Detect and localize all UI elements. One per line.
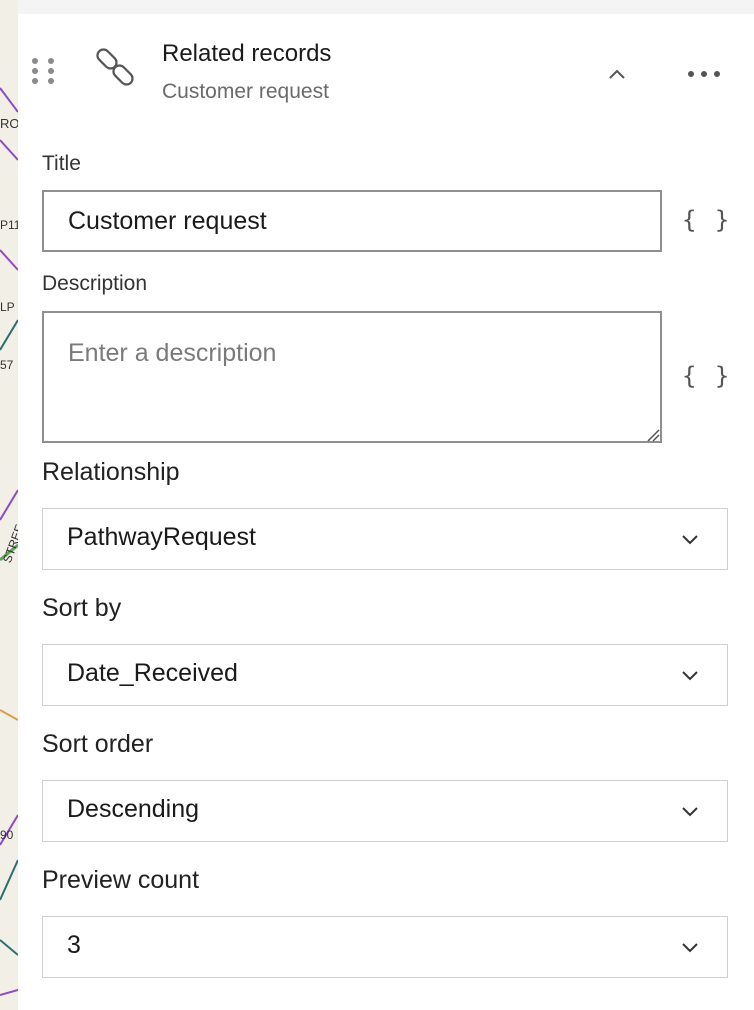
map-label: RO (0, 116, 18, 131)
relationship-select[interactable]: PathwayRequest (42, 508, 728, 570)
relationship-label: Relationship (42, 458, 180, 486)
description-label: Description (42, 272, 148, 295)
map-label: LP (0, 300, 15, 314)
title-expression-button[interactable]: { } (682, 206, 731, 234)
sort-by-select[interactable]: Date_Received (42, 644, 728, 706)
chevron-down-icon (682, 943, 698, 953)
sort-order-value: Descending (67, 795, 200, 823)
description-input[interactable] (42, 311, 662, 443)
chevron-down-icon (682, 671, 698, 681)
map-lines (0, 87, 18, 996)
more-horizontal-icon[interactable] (686, 64, 722, 84)
chevron-down-icon (682, 807, 698, 817)
panel-title: Related records (162, 40, 332, 67)
preview-count-value: 3 (67, 931, 81, 959)
top-gap (18, 0, 754, 14)
related-records-panel: Related records Customer request Title {… (18, 14, 754, 1010)
map-label: P11 (0, 218, 18, 232)
drag-handle-icon[interactable] (32, 58, 54, 90)
description-expression-button[interactable]: { } (682, 362, 731, 390)
preview-count-select[interactable]: 3 (42, 916, 728, 978)
sort-by-label: Sort by (42, 594, 122, 622)
relationship-value: PathwayRequest (67, 523, 257, 551)
chevron-up-icon[interactable] (602, 62, 632, 86)
preview-count-label: Preview count (42, 866, 200, 894)
sort-order-label: Sort order (42, 730, 154, 758)
sort-order-select[interactable]: Descending (42, 780, 728, 842)
sort-by-value: Date_Received (67, 659, 238, 687)
map-background[interactable]: RO P11 LP 57 STREE 90 (0, 0, 18, 1010)
panel-subtitle: Customer request (162, 80, 329, 103)
map-label: 57 (0, 358, 14, 372)
title-label: Title (42, 152, 81, 175)
resize-grip-icon[interactable] (646, 428, 660, 442)
link-icon (96, 48, 134, 86)
map-label: 90 (0, 828, 14, 842)
title-input[interactable] (42, 190, 662, 252)
chevron-down-icon (682, 535, 698, 545)
